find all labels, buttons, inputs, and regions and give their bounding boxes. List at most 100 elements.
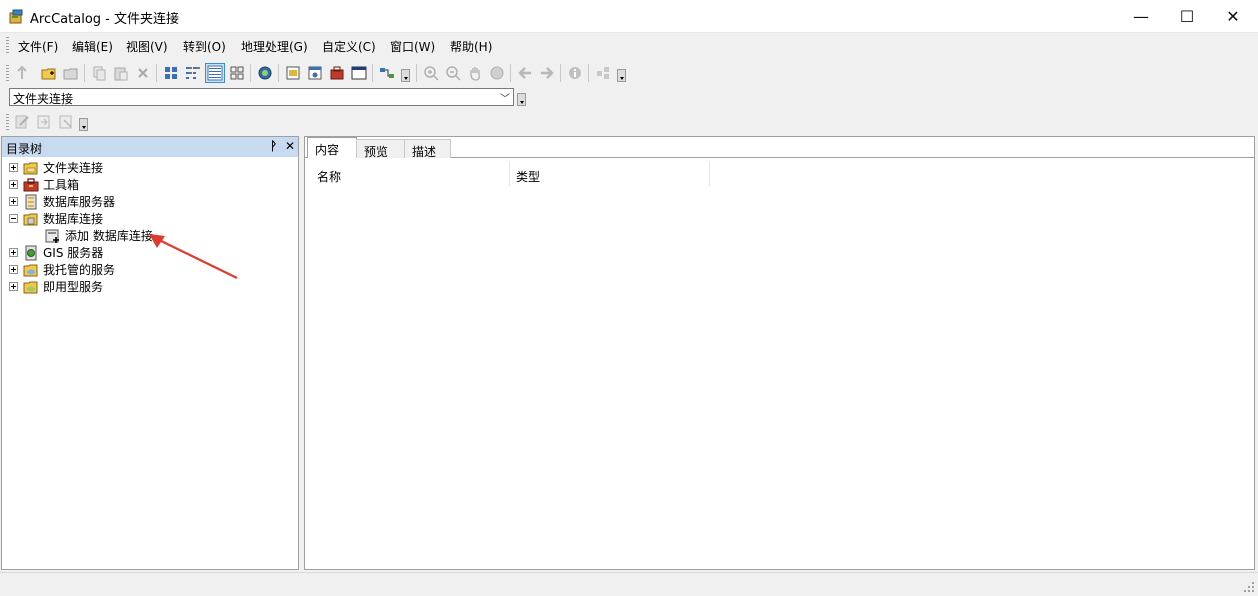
- arctoolbox-icon[interactable]: [327, 63, 347, 83]
- close-icon: ✕: [1226, 6, 1240, 26]
- location-toolbar-dropdown[interactable]: [517, 93, 526, 106]
- status-bar: [0, 572, 1258, 596]
- menu-view[interactable]: 视图(V): [126, 38, 168, 55]
- minimize-icon: —: [1133, 6, 1149, 26]
- location-value: 文件夹连接: [13, 92, 74, 106]
- menubar-grip[interactable]: [6, 37, 9, 53]
- tab-description[interactable]: 描述: [404, 139, 451, 159]
- toolbar-overflow-dropdown-3[interactable]: [79, 118, 88, 131]
- tree-item-label: 添加 数据库连接: [65, 229, 153, 243]
- catalog-tree-title: 目录树: [6, 142, 43, 156]
- expand-icon[interactable]: [9, 282, 18, 291]
- location-combobox[interactable]: 文件夹连接 ﹀: [9, 88, 514, 106]
- up-one-level-icon[interactable]: [12, 63, 32, 83]
- catalog-tree-header: 目录树 ᚹ ✕: [2, 137, 298, 157]
- tree-item-label: 我托管的服务: [43, 263, 116, 277]
- copy-icon[interactable]: [89, 63, 109, 83]
- tab-preview[interactable]: 预览: [356, 139, 405, 159]
- hosted-services-icon: [23, 262, 39, 278]
- column-header-name[interactable]: 名称: [317, 168, 341, 185]
- database-server-icon: [23, 194, 39, 210]
- close-button[interactable]: ✕: [1210, 0, 1256, 32]
- tree-item-database-servers[interactable]: 数据库服务器: [9, 193, 115, 210]
- large-icons-view-icon[interactable]: [161, 63, 181, 83]
- thumbnails-view-icon[interactable]: [227, 63, 247, 83]
- tree-item-gis-servers[interactable]: GIS 服务器: [9, 244, 103, 261]
- zoom-out-icon[interactable]: [443, 63, 463, 83]
- menu-file[interactable]: 文件(F): [18, 38, 58, 55]
- expand-icon[interactable]: [9, 197, 18, 206]
- model-builder-icon[interactable]: [377, 63, 397, 83]
- tree-item-label: 即用型服务: [43, 280, 104, 294]
- connect-folder-icon[interactable]: [39, 63, 59, 83]
- menu-bar: 文件(F) 编辑(E) 视图(V) 转到(O) 地理处理(G) 自定义(C) 窗…: [0, 33, 1258, 57]
- pan-icon[interactable]: [465, 63, 485, 83]
- menu-customize[interactable]: 自定义(C): [322, 38, 376, 55]
- import-metadata-icon[interactable]: [34, 112, 54, 132]
- minimize-button[interactable]: —: [1118, 0, 1164, 32]
- menu-geoprocessing[interactable]: 地理处理(G): [241, 38, 308, 55]
- back-arrow-icon[interactable]: [515, 63, 535, 83]
- contents-panel: 内容 预览 描述 名称 类型: [304, 136, 1255, 570]
- tree-item-label: GIS 服务器: [43, 246, 104, 260]
- delete-icon[interactable]: [133, 63, 153, 83]
- expand-icon[interactable]: [9, 248, 18, 257]
- title-bar: ArcCatalog - 文件夹连接 — ☐ ✕: [0, 0, 1258, 33]
- folder-connection-icon: [23, 160, 39, 176]
- tree-item-label: 文件夹连接: [43, 161, 104, 175]
- catalog-window-icon[interactable]: [283, 63, 303, 83]
- pin-icon[interactable]: ᚹ: [270, 139, 277, 153]
- expand-icon[interactable]: [9, 163, 18, 172]
- menu-go[interactable]: 转到(O): [183, 38, 226, 55]
- list-view-icon[interactable]: [183, 63, 203, 83]
- identify-icon[interactable]: [565, 63, 585, 83]
- disconnect-folder-icon[interactable]: [61, 63, 81, 83]
- tree-item-add-database-connection[interactable]: 添加 数据库连接: [45, 227, 153, 244]
- maximize-icon: ☐: [1179, 6, 1195, 26]
- annotation-arrow: [149, 234, 238, 279]
- paste-icon[interactable]: [111, 63, 131, 83]
- tree-item-toolboxes[interactable]: 工具箱: [9, 176, 79, 193]
- toolbar-overflow-dropdown[interactable]: [401, 69, 410, 82]
- tree-item-label: 数据库连接: [43, 212, 104, 226]
- menu-edit[interactable]: 编辑(E): [72, 38, 113, 55]
- menu-help[interactable]: 帮助(H): [450, 38, 492, 55]
- gis-server-icon: [23, 245, 39, 261]
- search-window-icon[interactable]: [305, 63, 325, 83]
- tree-item-label: 数据库服务器: [43, 195, 116, 209]
- standard-toolbar: [0, 60, 640, 86]
- expand-icon[interactable]: [9, 180, 18, 189]
- arccatalog-app-icon: [8, 8, 24, 24]
- toolbox-icon: [23, 177, 39, 193]
- tree-item-label: 工具箱: [43, 178, 80, 192]
- search-icon[interactable]: [255, 63, 275, 83]
- panel-close-icon[interactable]: ✕: [285, 139, 295, 153]
- tree-item-folder-connections[interactable]: 文件夹连接: [9, 159, 103, 176]
- tab-contents[interactable]: 内容: [307, 137, 357, 158]
- full-extent-icon[interactable]: [487, 63, 507, 83]
- zoom-in-icon[interactable]: [421, 63, 441, 83]
- forward-arrow-icon[interactable]: [537, 63, 557, 83]
- maximize-button[interactable]: ☐: [1164, 0, 1210, 32]
- python-window-icon[interactable]: [349, 63, 369, 83]
- database-connection-icon: [23, 211, 39, 227]
- export-metadata-icon[interactable]: [56, 112, 76, 132]
- menu-windows[interactable]: 窗口(W): [390, 38, 435, 55]
- ready-to-use-services-icon: [23, 279, 39, 295]
- chevron-down-icon[interactable]: ﹀: [497, 89, 513, 105]
- edit-metadata-icon[interactable]: [12, 112, 32, 132]
- create-thumbnail-icon[interactable]: [593, 63, 613, 83]
- toolbar-overflow-dropdown-2[interactable]: [617, 69, 626, 82]
- tree-item-database-connections[interactable]: 数据库连接: [9, 210, 103, 227]
- resize-grip-icon[interactable]: [1244, 582, 1255, 593]
- toolbar-grip-2[interactable]: [6, 114, 9, 130]
- tree-item-ready-to-use-services[interactable]: 即用型服务: [9, 278, 103, 295]
- collapse-icon[interactable]: [9, 214, 18, 223]
- details-view-icon[interactable]: [205, 63, 225, 83]
- expand-icon[interactable]: [9, 265, 18, 274]
- toolbar-grip[interactable]: [6, 65, 9, 81]
- catalog-tree-panel: 目录树 ᚹ ✕ 文件夹连接 工具箱 数据库服务器 数据库连接 添加 数据库连接 …: [1, 136, 299, 570]
- tree-item-my-hosted-services[interactable]: 我托管的服务: [9, 261, 115, 278]
- column-header-type[interactable]: 类型: [516, 168, 540, 185]
- metadata-toolbar: [0, 110, 100, 134]
